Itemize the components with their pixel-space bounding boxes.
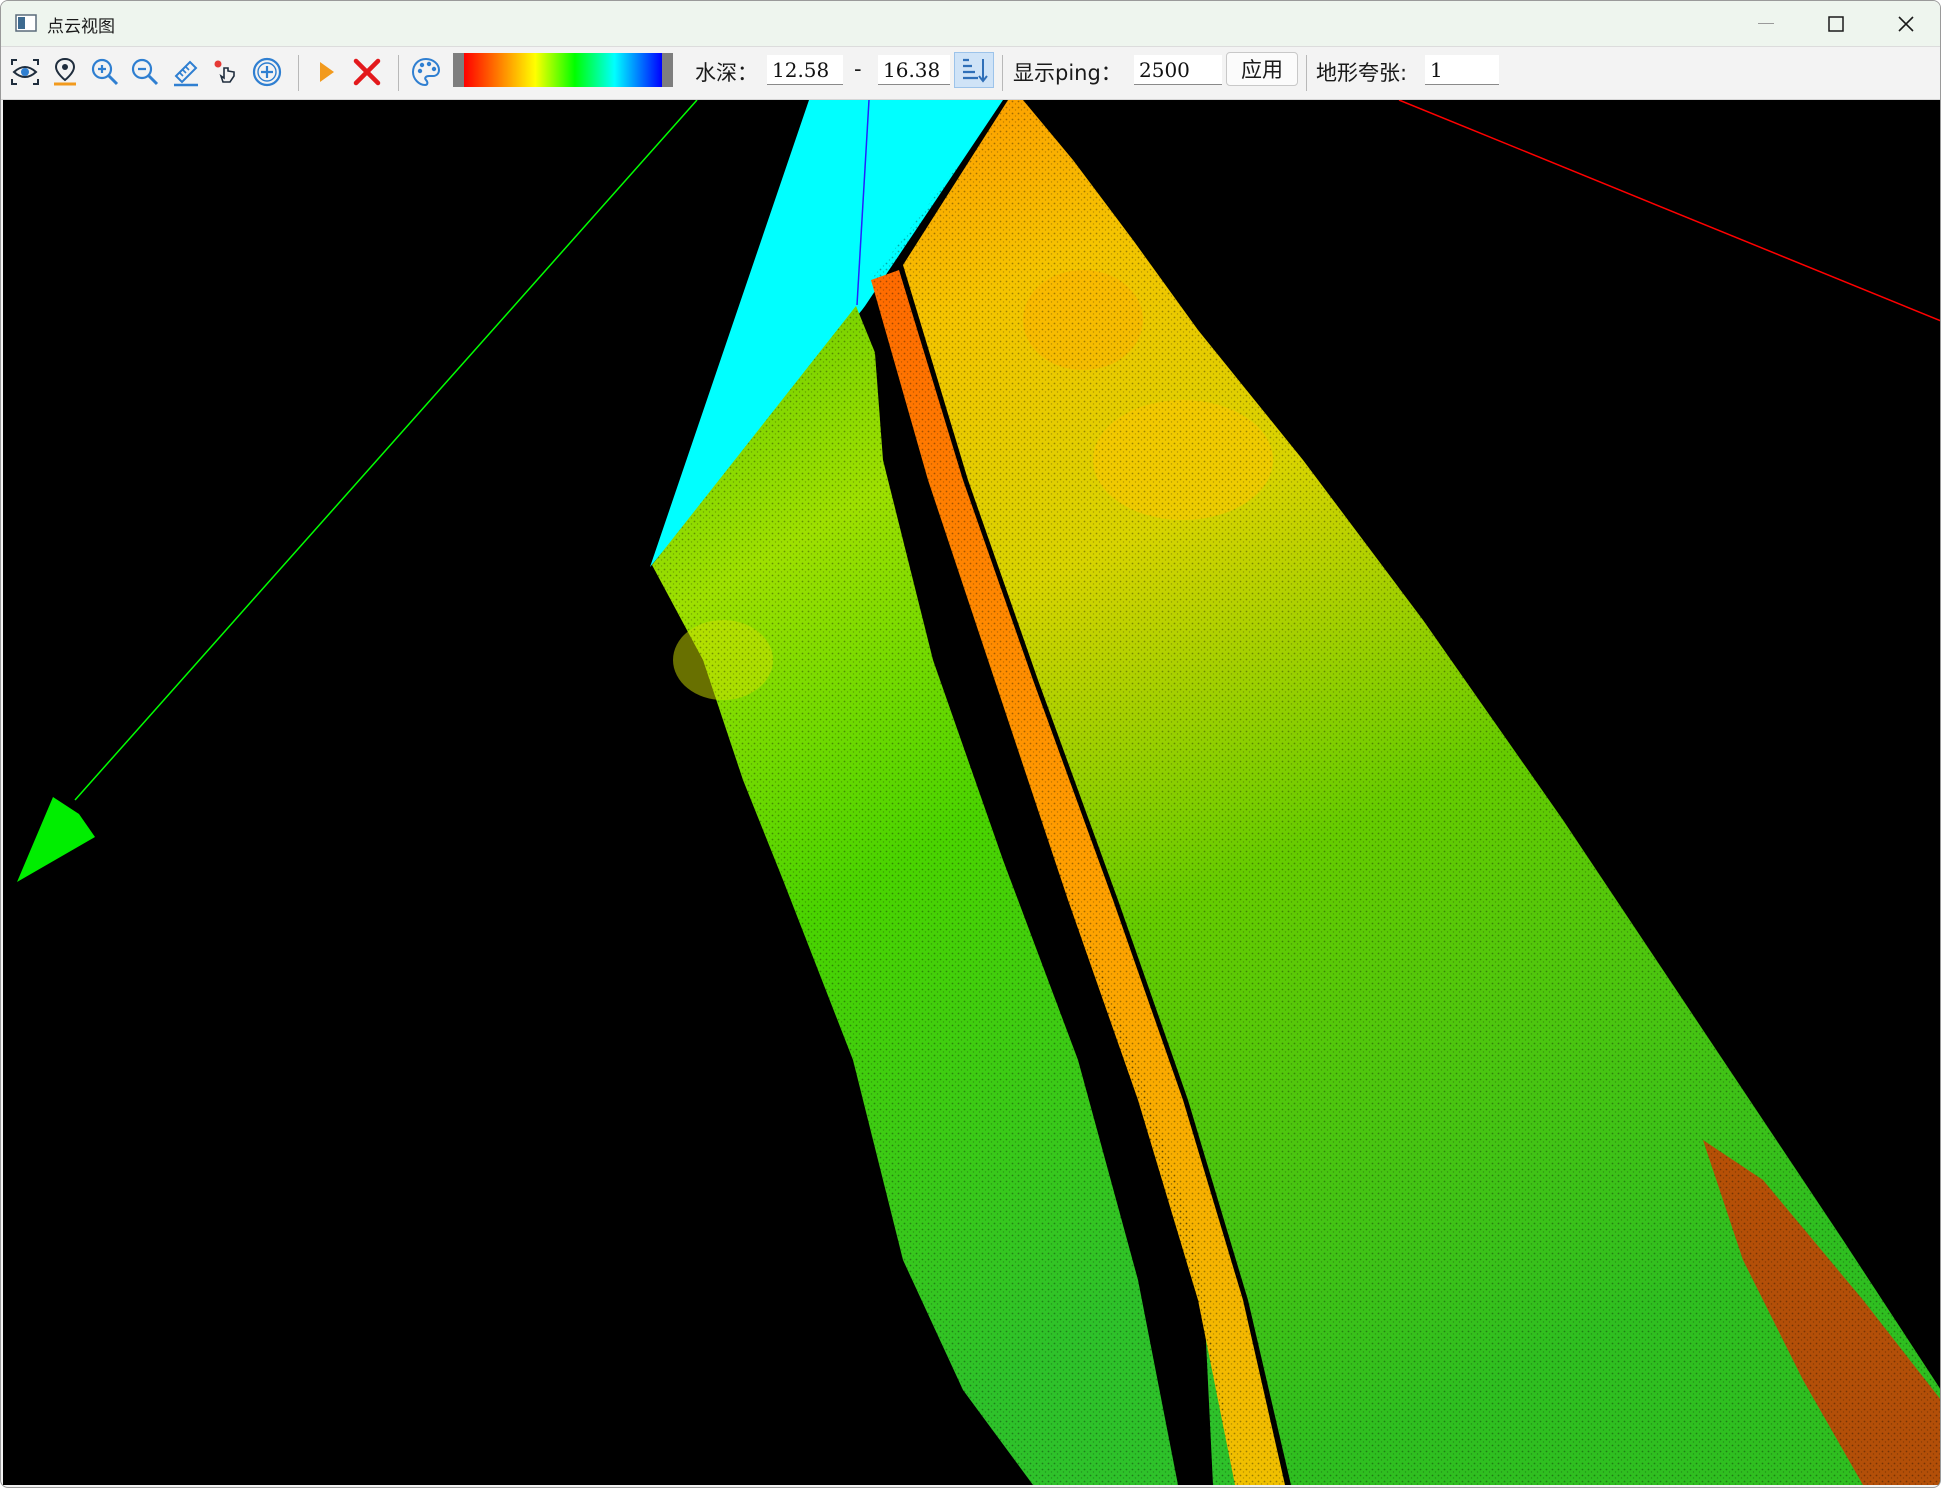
exaggeration-input[interactable]: 1	[1425, 55, 1499, 85]
colorbar-gradient	[464, 53, 662, 87]
maximize-icon	[1828, 15, 1844, 32]
colorbar-left-handle[interactable]	[453, 53, 464, 87]
palette-icon	[411, 57, 441, 87]
measure-icon	[174, 60, 198, 87]
palette-button[interactable]	[409, 55, 443, 89]
minimize-icon	[1758, 22, 1774, 24]
apply-button[interactable]: 应用	[1226, 52, 1298, 86]
toolbar-separator	[298, 55, 299, 91]
x-axis-line	[1398, 100, 1940, 322]
sort-descending-icon	[963, 58, 988, 83]
maximize-button[interactable]	[1801, 1, 1871, 46]
depth-min-input[interactable]: 12.58	[767, 55, 843, 85]
point-cloud-window: 点云视图 水深： 12.58 - 16.38 显示ping： 2500 应用 地…	[0, 0, 1941, 1488]
point-cloud-viewport[interactable]	[3, 100, 1941, 1485]
locate-icon	[54, 57, 76, 86]
minimize-button[interactable]	[1731, 1, 1801, 46]
exaggeration-label: 地形夸张:	[1316, 61, 1408, 85]
y-axis-line	[74, 100, 698, 801]
zoom-in-icon	[91, 58, 119, 86]
depth-colorbar[interactable]	[453, 53, 673, 87]
depth-range-separator: -	[854, 57, 862, 81]
view-button[interactable]	[8, 55, 42, 89]
y-axis-arrowhead	[17, 797, 95, 882]
sort-button[interactable]	[954, 52, 994, 88]
locate-button[interactable]	[48, 55, 82, 89]
ping-label: 显示ping：	[1013, 61, 1122, 85]
depth-max-input[interactable]: 16.38	[878, 55, 950, 85]
window-title: 点云视图	[47, 17, 115, 37]
zoom-in-button[interactable]	[88, 55, 122, 89]
toolbar-separator	[1002, 55, 1003, 91]
depth-label: 水深：	[695, 61, 758, 85]
play-button[interactable]	[309, 55, 343, 89]
measure-button[interactable]	[169, 55, 203, 89]
app-icon	[15, 14, 37, 32]
delete-button[interactable]	[350, 55, 384, 89]
toolbar-separator	[398, 55, 399, 91]
view-icon	[11, 59, 39, 85]
close-button[interactable]	[1871, 1, 1940, 46]
ping-input[interactable]: 2500	[1134, 55, 1222, 85]
add-button[interactable]	[250, 55, 284, 89]
title-bar: 点云视图	[1, 1, 1940, 47]
pick-point-icon	[214, 60, 235, 83]
zoom-out-button[interactable]	[128, 55, 162, 89]
zoom-out-icon	[131, 58, 159, 86]
play-icon	[320, 62, 334, 82]
pick-point-button[interactable]	[209, 55, 243, 89]
add-icon	[252, 57, 282, 87]
toolbar-separator	[1306, 55, 1307, 91]
point-cloud-canvas[interactable]	[3, 100, 1941, 1485]
close-icon	[1898, 15, 1914, 32]
colorbar-right-handle[interactable]	[662, 53, 673, 87]
delete-icon	[353, 58, 381, 86]
